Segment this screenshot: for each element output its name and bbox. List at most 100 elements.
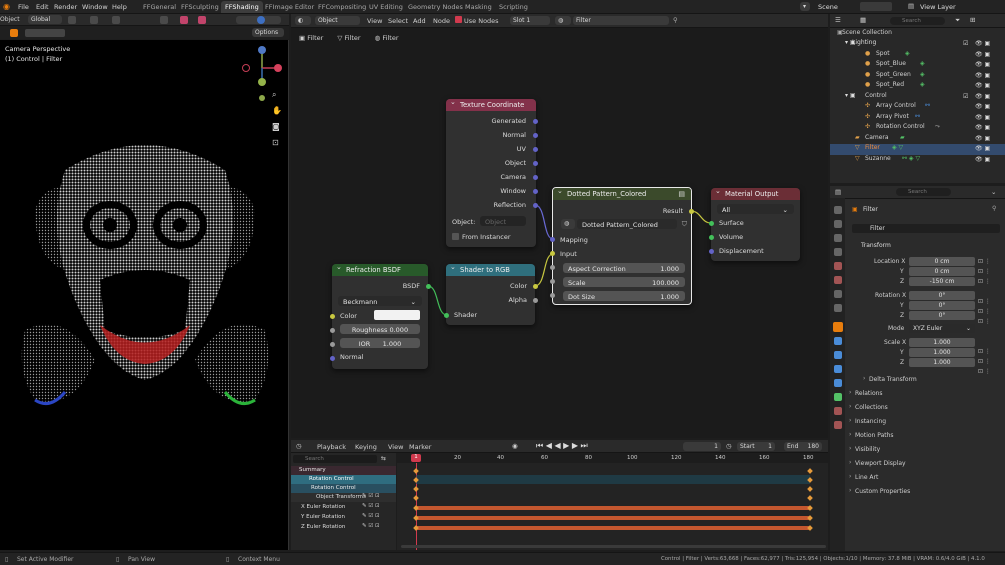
physics-icon[interactable] (834, 365, 842, 373)
channel-toggles[interactable]: ✎ ☑ ⊡ (362, 503, 380, 509)
scale-z-field[interactable]: 1.000 (909, 358, 975, 367)
tool-icon[interactable] (834, 206, 842, 214)
menu-window[interactable]: Window (82, 3, 108, 11)
light-data-icon[interactable]: ◈ (920, 81, 925, 88)
socket-volume[interactable] (709, 235, 714, 240)
current-frame-field[interactable]: 1 (683, 442, 721, 451)
tab-geometry-nodes[interactable]: Geometry Nodes (408, 3, 463, 11)
node-header[interactable]: Material Output (711, 188, 800, 200)
view-layer-icon[interactable]: ▤ (908, 2, 914, 10)
delta-transform-panel[interactable]: Delta Transform (863, 375, 917, 383)
channel-rotation-control-object[interactable]: Rotation Control (291, 475, 396, 484)
camera-data-icon[interactable]: ▰ (900, 134, 905, 141)
include-checkboxes[interactable]: ☑ ☑ (963, 39, 971, 163)
socket-camera[interactable] (533, 175, 538, 180)
navigation-gizmo[interactable] (238, 44, 288, 104)
playhead-frame[interactable]: 1 (411, 454, 421, 462)
properties-editor-icon[interactable]: ▤ (835, 188, 841, 196)
constraint-icon[interactable]: ⚯ (925, 102, 930, 109)
from-instancer-checkbox[interactable] (452, 233, 459, 240)
dot-size-field[interactable]: Dot Size 1.000 (563, 291, 685, 301)
constraint-icon[interactable]: ⚯ (915, 113, 920, 120)
select-tool-icon[interactable] (10, 29, 18, 37)
target-dropdown[interactable]: All ⌄ (717, 204, 794, 214)
menu-help[interactable]: Help (112, 3, 127, 11)
tab-ffshading[interactable]: FFShading (221, 1, 263, 13)
select-mode-icons[interactable] (25, 29, 65, 37)
color-swatch[interactable] (374, 310, 420, 320)
filter-icon[interactable]: ⇆ (381, 455, 386, 462)
keyframe[interactable] (807, 495, 813, 501)
socket-rgb-color[interactable] (533, 284, 538, 289)
scene-name[interactable]: Scene (818, 3, 838, 11)
group-browse-icon[interactable]: ◍ (561, 219, 575, 229)
socket-ior[interactable] (330, 342, 335, 347)
texture-icon[interactable] (834, 304, 842, 312)
view-layer-name[interactable]: View Layer (920, 3, 956, 11)
socket-alpha[interactable] (533, 298, 538, 303)
menu-edit[interactable]: Edit (36, 3, 49, 11)
new-collection-icon[interactable]: ⊞ (970, 16, 975, 24)
visibility-toggles[interactable]: 👁 ▣ 👁 ▣ 👁 ▣ 👁 ▣ 👁 ▣ 👁 ▣ 👁 ▣ 👁 ▣ 👁 ▣ 👁 ▣ 👁 ▣ 👁 ▣ (975, 39, 1005, 163)
rotation-x-field[interactable]: 0° (909, 291, 975, 300)
chevron-down-icon[interactable]: ⌄ (991, 188, 996, 196)
outliner-editor-icon[interactable]: ☰ (835, 16, 841, 24)
overlay-icon[interactable] (198, 16, 206, 24)
keyframe[interactable] (807, 486, 813, 492)
modifier-icon[interactable] (834, 337, 842, 345)
channel-z-euler[interactable]: Z Euler Rotation (291, 523, 396, 532)
animation-icon[interactable]: ⤳ (935, 123, 940, 131)
relations-panel[interactable]: Relations (849, 389, 882, 397)
view-layer-icon[interactable] (834, 248, 842, 256)
visibility-panel[interactable]: Visibility (849, 445, 880, 453)
filter-icon[interactable]: ⏷ (955, 16, 960, 25)
location-z-field[interactable]: -150 cm (909, 277, 975, 286)
material-icon[interactable] (834, 407, 842, 415)
start-frame-field[interactable]: Start 1 (737, 442, 775, 451)
aspect-correction-field[interactable]: Aspect Correction 1.000 (563, 263, 685, 273)
constraints-icon[interactable] (834, 379, 842, 387)
output-icon[interactable] (834, 234, 842, 242)
snap-icon[interactable] (90, 16, 98, 24)
node-shader-to-rgb[interactable]: Shader to RGB Color Alpha Shader (446, 264, 535, 325)
node-header[interactable]: Shader to RGB (446, 264, 535, 276)
channel-y-euler[interactable]: Y Euler Rotation (291, 513, 396, 522)
socket-normal-in[interactable] (330, 356, 335, 361)
view-object-types-icon[interactable] (160, 16, 168, 24)
use-nodes-checkbox[interactable] (455, 16, 462, 23)
tab-ffimage-editor[interactable]: FFImage Editor (265, 3, 314, 11)
object-properties-icon[interactable] (833, 322, 843, 332)
timeline-editor-icon[interactable]: ◷ (296, 442, 302, 450)
particles-icon[interactable] (834, 351, 842, 359)
viewport-display-panel[interactable]: Viewport Display (849, 459, 906, 467)
menu-render[interactable]: Render (54, 3, 77, 11)
mesh-data-icon[interactable]: ◈ ▽ (892, 144, 903, 151)
ior-field[interactable]: IOR 1.000 (340, 338, 420, 348)
scale-y-field[interactable]: 1.000 (909, 348, 975, 357)
node-header[interactable]: Dotted Pattern_Colored (553, 188, 691, 200)
timeline-menu-playback[interactable]: Playback (317, 443, 346, 451)
scene-icon[interactable]: ▾ (800, 2, 810, 11)
gizmo-icon[interactable] (180, 16, 188, 24)
channel-toggles[interactable]: ✎ ☑ ⊡ (362, 513, 380, 519)
instancing-panel[interactable]: Instancing (849, 417, 886, 425)
rotation-y-field[interactable]: 0° (909, 301, 975, 310)
keyframe[interactable] (413, 495, 419, 501)
node-header[interactable]: Refraction BSDF (332, 264, 428, 276)
channel-toggles[interactable]: ✎ ☑ ⊡ (362, 493, 380, 499)
transform-panel-header[interactable]: Transform (861, 242, 891, 249)
node-mode-dropdown[interactable]: Object (315, 16, 360, 25)
socket-surface[interactable] (709, 221, 714, 226)
pivot-icon[interactable] (68, 16, 76, 24)
socket-shader[interactable] (444, 313, 449, 318)
tab-uv-editing[interactable]: UV Editing (369, 3, 403, 11)
distribution-dropdown[interactable]: Beckmann ⌄ (338, 296, 422, 306)
texture-props-icon[interactable] (834, 421, 842, 429)
tab-scripting[interactable]: Scripting (499, 3, 528, 11)
scene-new-button[interactable] (860, 2, 892, 11)
keyframe-bar-x[interactable] (416, 506, 810, 510)
node-menu-select[interactable]: Select (388, 17, 408, 25)
lock-toggles[interactable]: ⊡ ⋮ ⊡ ⋮ ⊡ ⋮ ⊡ ⋮ ⊡ ⋮ ⊡ ⋮ ⊡ ⋮ ⊡ ⋮ ⊡ ⋮ (978, 257, 998, 375)
timeline-menu-view[interactable]: View (388, 443, 403, 451)
light-data-icon[interactable]: ◈ (905, 50, 910, 57)
